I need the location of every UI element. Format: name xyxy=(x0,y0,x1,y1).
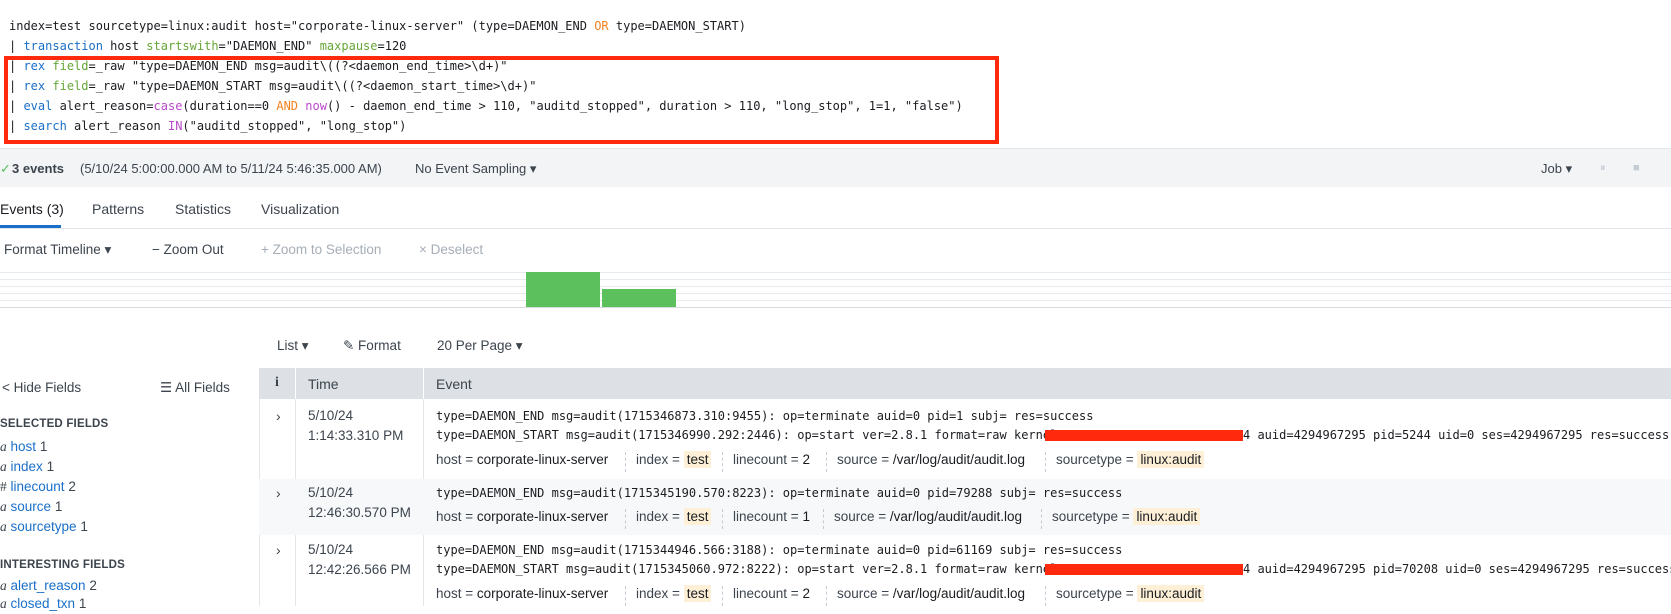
table-row[interactable]: › 5/10/24 12:42:26.566 PM type=DAEMON_END… xyxy=(259,536,1671,614)
field-item-alert-reason[interactable]: a alert_reason 2 xyxy=(0,578,97,594)
field-item-index[interactable]: a index 1 xyxy=(0,459,54,475)
field-sourcetype[interactable]: sourcetype = linux:audit xyxy=(1056,585,1205,602)
field-host[interactable]: host = corporate-linux-server xyxy=(436,452,608,467)
tab-statistics[interactable]: Statistics xyxy=(175,201,231,217)
event-raw-line: type=DAEMON_START msg=audit(1715346990.2… xyxy=(436,428,1065,442)
tab-patterns[interactable]: Patterns xyxy=(92,201,144,217)
zoom-out-button[interactable]: − Zoom Out xyxy=(152,242,224,257)
field-item-source[interactable]: a source 1 xyxy=(0,499,62,515)
all-fields-button[interactable]: ☰ All Fields xyxy=(160,380,230,396)
search-query-editor[interactable]: index=test sourcetype=linux:audit host="… xyxy=(0,0,1671,149)
event-time: 5/10/24 12:42:26.566 PM xyxy=(308,542,411,577)
field-separator xyxy=(722,452,723,472)
interesting-fields-heading: INTERESTING FIELDS xyxy=(0,559,125,571)
timeline-gridline xyxy=(0,286,1671,287)
field-source[interactable]: source = /var/log/audit/audit.log xyxy=(834,509,1022,524)
table-row[interactable]: › 5/10/24 1:14:33.310 PM type=DAEMON_END … xyxy=(259,400,1671,478)
field-sourcetype[interactable]: sourcetype = linux:audit xyxy=(1052,508,1201,525)
field-host[interactable]: host = corporate-linux-server xyxy=(436,509,608,524)
results-tabs: Events (3) Patterns Statistics Visualiza… xyxy=(0,188,1671,229)
event-raw-line: type=DAEMON_START msg=audit(1715345060.9… xyxy=(436,562,1065,576)
field-separator xyxy=(625,452,626,472)
redaction-mark xyxy=(1045,430,1243,441)
time-range: (5/10/24 5:00:00.000 AM to 5/11/24 5:46:… xyxy=(80,161,382,176)
tab-visualization[interactable]: Visualization xyxy=(261,201,339,217)
field-separator xyxy=(1045,452,1046,472)
field-separator xyxy=(823,509,824,529)
timeline-gridline xyxy=(0,279,1671,280)
field-separator xyxy=(722,586,723,606)
field-item-linecount[interactable]: # linecount 2 xyxy=(0,479,76,495)
field-separator xyxy=(1045,586,1046,606)
timeline-gridline xyxy=(0,300,1671,301)
hide-fields-button[interactable]: < Hide Fields xyxy=(2,380,81,395)
event-timeline[interactable] xyxy=(0,270,1671,308)
job-dropdown[interactable]: Job ▾ xyxy=(1541,161,1572,177)
selected-fields-heading: SELECTED FIELDS xyxy=(0,418,109,430)
per-page-dropdown[interactable]: 20 Per Page ▾ xyxy=(437,338,523,354)
time-column-header[interactable]: Time xyxy=(296,368,423,399)
field-linecount[interactable]: linecount = 2 xyxy=(733,452,810,467)
field-separator xyxy=(625,586,626,606)
field-source[interactable]: source = /var/log/audit/audit.log xyxy=(837,586,1025,601)
success-check-icon: ✓ xyxy=(0,161,11,176)
field-linecount[interactable]: linecount = 2 xyxy=(733,586,810,601)
field-sourcetype[interactable]: sourcetype = linux:audit xyxy=(1056,451,1205,468)
active-tab-indicator xyxy=(0,225,61,228)
field-index[interactable]: index = test xyxy=(636,508,712,525)
event-raw-line: type=DAEMON_END msg=audit(1715345190.570… xyxy=(436,486,1123,500)
table-row[interactable]: › 5/10/24 12:46:30.570 PM type=DAEMON_END… xyxy=(259,479,1671,535)
field-index[interactable]: index = test xyxy=(636,585,712,602)
event-raw-line: 4 auid=4294967295 pid=70208 uid=0 ses=42… xyxy=(1243,562,1671,576)
event-time: 5/10/24 1:14:33.310 PM xyxy=(308,408,404,443)
field-separator xyxy=(625,509,626,529)
timeline-bar[interactable] xyxy=(602,289,676,307)
timeline-gridline xyxy=(0,293,1671,294)
field-source[interactable]: source = /var/log/audit/audit.log xyxy=(837,452,1025,467)
tab-events[interactable]: Events (3) xyxy=(0,201,64,217)
zoom-to-selection-button[interactable]: + Zoom to Selection xyxy=(261,242,381,257)
field-linecount[interactable]: linecount = 1 xyxy=(733,509,810,524)
event-time: 5/10/24 12:46:30.570 PM xyxy=(308,485,411,520)
field-separator xyxy=(826,586,827,606)
fields-sidebar: < Hide Fields ☰ All Fields SELECTED FIEL… xyxy=(0,368,260,611)
redaction-mark xyxy=(1045,564,1243,575)
format-timeline-dropdown[interactable]: Format Timeline ▾ xyxy=(4,242,111,258)
event-raw-line: 4 auid=4294967295 pid=5244 uid=0 ses=429… xyxy=(1243,428,1670,442)
expand-row-icon[interactable]: › xyxy=(276,485,281,501)
stop-icon[interactable]: ■ xyxy=(1633,162,1640,174)
expand-row-icon[interactable]: › xyxy=(276,408,281,424)
info-column-header: i xyxy=(259,368,295,399)
expand-row-icon[interactable]: › xyxy=(276,542,281,558)
field-host[interactable]: host = corporate-linux-server xyxy=(436,586,608,601)
deselect-button[interactable]: × Deselect xyxy=(419,242,483,257)
events-table: i Time Event › 5/10/24 1:14:33.310 PM typ… xyxy=(259,368,1671,606)
event-raw-line: type=DAEMON_END msg=audit(1715344946.566… xyxy=(436,543,1123,557)
timeline-gridline xyxy=(0,272,1671,273)
field-separator xyxy=(1041,509,1042,529)
format-button[interactable]: ✎ Format xyxy=(343,338,401,354)
field-separator xyxy=(826,452,827,472)
list-view-dropdown[interactable]: List ▾ xyxy=(277,338,309,354)
event-column-header[interactable]: Event xyxy=(424,368,1671,399)
field-item-host[interactable]: a host 1 xyxy=(0,439,47,455)
event-sampling-dropdown[interactable]: No Event Sampling ▾ xyxy=(415,161,536,177)
annotation-highlight-box xyxy=(4,56,999,144)
field-item-closed-txn[interactable]: a closed_txn 1 xyxy=(0,596,86,612)
field-separator xyxy=(722,509,723,529)
query-line-1: index=test sourcetype=linux:audit host="… xyxy=(9,19,746,33)
search-status-bar: ✓ 3 events (5/10/24 5:00:00.000 AM to 5/… xyxy=(0,149,1671,187)
field-index[interactable]: index = test xyxy=(636,451,712,468)
timeline-baseline xyxy=(0,307,1671,308)
pause-icon[interactable]: ⏸ xyxy=(1600,162,1606,175)
event-raw-line: type=DAEMON_END msg=audit(1715346873.310… xyxy=(436,409,1094,423)
event-count: 3 events xyxy=(12,161,65,176)
query-line-2: | transaction host startswith="DAEMON_EN… xyxy=(9,39,407,53)
field-item-sourcetype[interactable]: a sourcetype 1 xyxy=(0,519,88,535)
timeline-bar[interactable] xyxy=(526,272,600,307)
